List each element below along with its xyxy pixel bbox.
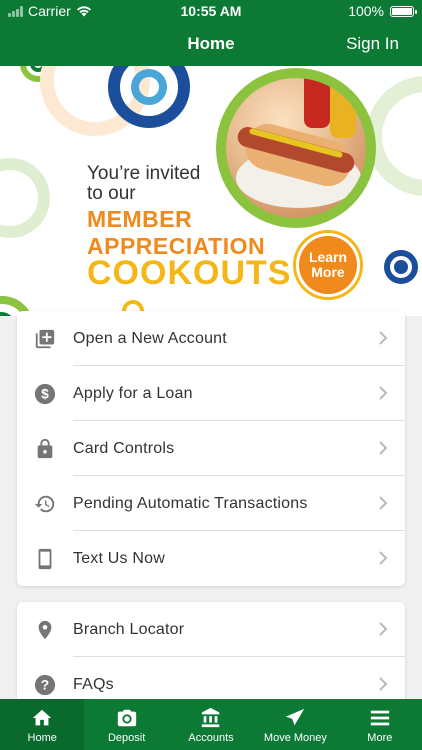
tab-bar: Home Deposit Accounts Move Money More bbox=[0, 699, 422, 750]
primary-menu: Open a New Account $ Apply for a Loan Ca… bbox=[17, 311, 405, 586]
send-icon bbox=[286, 708, 305, 726]
tab-label: Home bbox=[27, 732, 57, 744]
promo-banner[interactable]: You’re invited to our MEMBER APPRECIATIO… bbox=[0, 66, 422, 316]
menu-item-label: Text Us Now bbox=[73, 550, 165, 567]
chevron-right-icon bbox=[379, 331, 388, 345]
history-icon bbox=[34, 495, 55, 513]
svg-text:$: $ bbox=[41, 387, 49, 402]
chevron-right-icon bbox=[379, 496, 388, 510]
banner-cookouts: COOKOUTS bbox=[87, 254, 292, 292]
location-pin-icon bbox=[38, 620, 52, 640]
tab-deposit[interactable]: Deposit bbox=[84, 699, 168, 750]
battery-percent: 100% bbox=[348, 3, 384, 19]
banner-invite-text: You’re invited to our bbox=[87, 163, 201, 204]
tab-label: Accounts bbox=[188, 732, 234, 744]
tab-label: Move Money bbox=[263, 732, 327, 744]
chevron-right-icon bbox=[379, 677, 388, 691]
chevron-right-icon bbox=[379, 386, 388, 400]
menu-item-label: Branch Locator bbox=[73, 621, 185, 638]
menu-item-label: Pending Automatic Transactions bbox=[73, 495, 308, 512]
menu-item-label: Card Controls bbox=[73, 440, 175, 457]
bank-icon bbox=[201, 707, 220, 728]
deco-ring bbox=[0, 158, 50, 238]
add-account-icon bbox=[35, 329, 55, 349]
menu-item-open-account[interactable]: Open a New Account bbox=[17, 311, 405, 366]
menu-item-branch-locator[interactable]: Branch Locator bbox=[17, 602, 405, 657]
help-icon: ? bbox=[34, 674, 56, 696]
tab-more[interactable]: More bbox=[338, 699, 422, 750]
menu-item-label: Apply for a Loan bbox=[73, 385, 193, 402]
deco-ring bbox=[394, 260, 408, 274]
menu-item-pending-transactions[interactable]: Pending Automatic Transactions bbox=[17, 476, 405, 531]
home-icon bbox=[33, 709, 52, 726]
menu-item-text-us[interactable]: Text Us Now bbox=[17, 531, 405, 586]
menu-icon bbox=[370, 710, 389, 726]
battery-icon bbox=[390, 5, 417, 17]
svg-text:?: ? bbox=[41, 678, 49, 693]
chevron-right-icon bbox=[379, 622, 388, 636]
status-right: 100% bbox=[348, 3, 417, 19]
menu-item-apply-loan[interactable]: $ Apply for a Loan bbox=[17, 366, 405, 421]
sign-in-button[interactable]: Sign In bbox=[346, 34, 399, 54]
chevron-right-icon bbox=[379, 441, 388, 455]
tab-label: Deposit bbox=[107, 732, 146, 744]
phone-icon bbox=[38, 548, 52, 570]
camera-icon bbox=[117, 709, 136, 727]
nav-bar: Home Sign In bbox=[0, 22, 422, 66]
chevron-right-icon bbox=[379, 551, 388, 565]
deco-ring bbox=[131, 69, 167, 105]
tab-home[interactable]: Home bbox=[0, 699, 85, 750]
menu-item-label: Open a New Account bbox=[73, 330, 227, 347]
dollar-icon: $ bbox=[34, 383, 56, 405]
tab-move-money[interactable]: Move Money bbox=[253, 699, 337, 750]
secondary-menu: Branch Locator ? FAQs bbox=[17, 602, 405, 712]
menu-item-label: FAQs bbox=[73, 676, 114, 693]
learn-more-button[interactable]: Learn More bbox=[296, 233, 360, 297]
tab-label: More bbox=[367, 732, 393, 744]
hotdog-image bbox=[216, 68, 376, 228]
banner-headline: MEMBER APPRECIATION bbox=[87, 206, 266, 259]
menu-item-card-controls[interactable]: Card Controls bbox=[17, 421, 405, 476]
status-bar: Carrier 10:55 AM 100% bbox=[0, 0, 422, 22]
lock-icon bbox=[37, 438, 53, 459]
tab-accounts[interactable]: Accounts bbox=[169, 699, 253, 750]
